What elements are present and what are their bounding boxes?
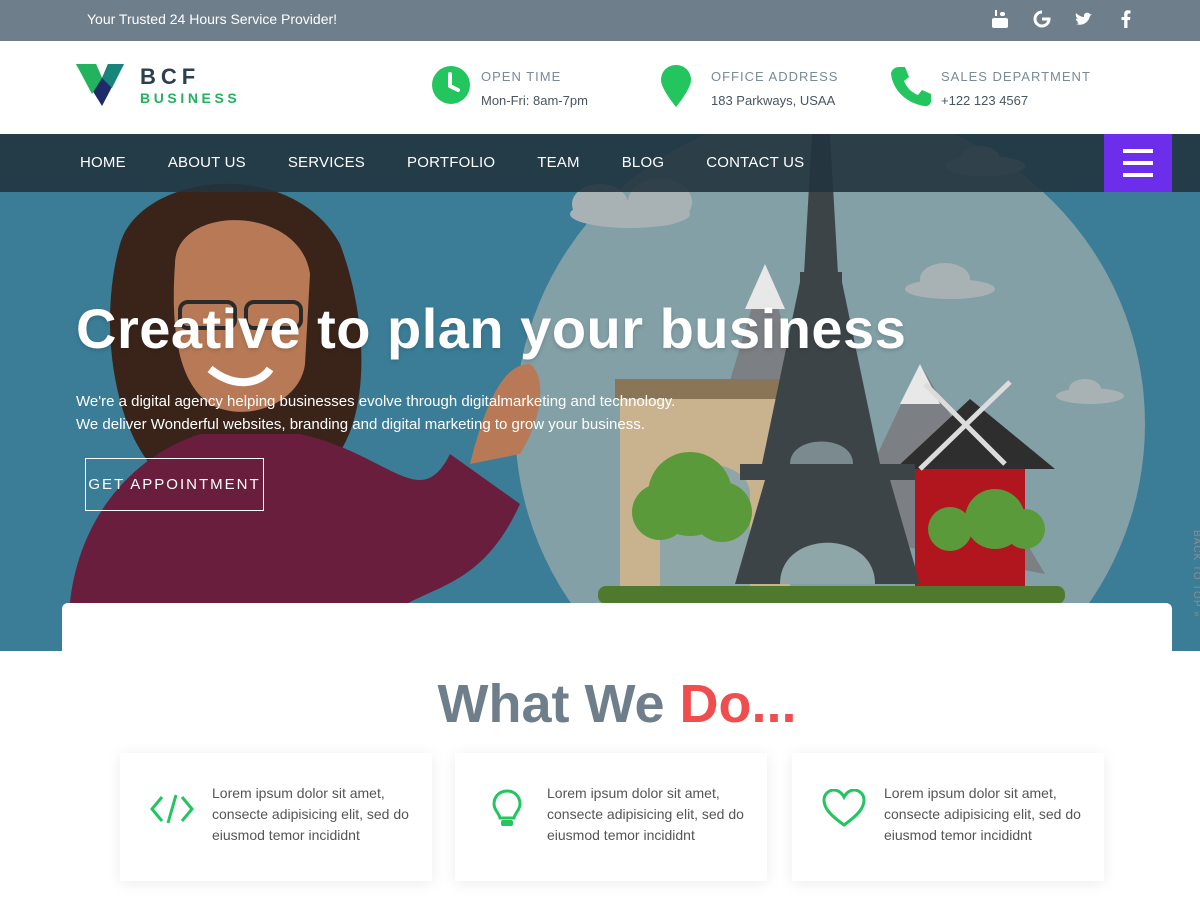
open-time-block: OPEN TIME Mon-Fri: 8am-7pm — [431, 65, 611, 113]
hero-line-2: We deliver Wonderful websites, branding … — [76, 416, 645, 433]
section-title-main: What We — [437, 674, 665, 734]
facebook-icon[interactable] — [1116, 8, 1136, 30]
google-icon[interactable] — [1032, 8, 1052, 30]
brand-subtitle: BUSINESS — [140, 90, 241, 106]
menu-bar — [1123, 173, 1153, 177]
hero-title: Creative to plan your business — [76, 297, 907, 360]
nav-item-services[interactable]: SERVICES — [288, 154, 365, 171]
map-pin-icon — [661, 65, 691, 107]
service-card-text: Lorem ipsum dolor sit amet, consecte adi… — [212, 785, 409, 843]
nav-item-portfolio[interactable]: PORTFOLIO — [407, 154, 495, 171]
what-we-do-section: What We Do... Lorem ipsum dolor sit amet… — [62, 603, 1172, 900]
open-time-label: OPEN TIME — [481, 69, 562, 84]
main-nav: HOME ABOUT US SERVICES PORTFOLIO TEAM BL… — [0, 134, 1200, 192]
section-title: What We Do... — [62, 673, 1172, 735]
code-icon — [150, 794, 194, 824]
back-to-top-link[interactable]: BACK TO TOP » — [1188, 530, 1200, 630]
top-bar: Your Trusted 24 Hours Service Provider! — [0, 0, 1200, 41]
service-card-text: Lorem ipsum dolor sit amet, consecte adi… — [547, 785, 744, 843]
hero-line-1: We're a digital agency helping businesse… — [76, 393, 676, 410]
nav-item-about-us[interactable]: ABOUT US — [168, 154, 246, 171]
site-header: BCF BUSINESS OPEN TIME Mon-Fri: 8am-7pm … — [0, 41, 1200, 134]
hero-description: We're a digital agency helping businesse… — [76, 390, 675, 436]
logo[interactable]: BCF BUSINESS — [76, 64, 256, 109]
section-title-accent: Do... — [679, 674, 797, 734]
nav-item-contact-us[interactable]: CONTACT US — [706, 154, 804, 171]
lightbulb-icon — [492, 789, 522, 826]
service-card[interactable]: Lorem ipsum dolor sit amet, consecte adi… — [792, 753, 1104, 881]
sales-department-block: SALES DEPARTMENT +122 123 4567 — [891, 65, 1091, 113]
phone-icon — [891, 67, 931, 107]
youtube-icon[interactable] — [990, 8, 1010, 30]
hamburger-menu-button[interactable] — [1104, 134, 1172, 192]
brand-name: BCF — [140, 64, 201, 89]
service-card[interactable]: Lorem ipsum dolor sit amet, consecte adi… — [455, 753, 767, 881]
tagline: Your Trusted 24 Hours Service Provider! — [87, 11, 338, 27]
menu-bar — [1123, 161, 1153, 165]
nav-item-blog[interactable]: BLOG — [622, 154, 664, 171]
clock-icon — [432, 66, 470, 104]
twitter-icon[interactable] — [1074, 8, 1094, 30]
office-address-label: OFFICE ADDRESS — [711, 69, 839, 84]
nav-item-team[interactable]: TEAM — [537, 154, 579, 171]
social-links — [990, 8, 1136, 30]
open-time-value: Mon-Fri: 8am-7pm — [481, 93, 588, 108]
menu-bar — [1123, 149, 1153, 153]
sales-department-label: SALES DEPARTMENT — [941, 69, 1091, 84]
service-card[interactable]: Lorem ipsum dolor sit amet, consecte adi… — [120, 753, 432, 881]
heart-icon — [822, 789, 866, 827]
office-address-block: OFFICE ADDRESS 183 Parkways, USAA — [661, 65, 851, 113]
office-address-value: 183 Parkways, USAA — [711, 93, 836, 108]
get-appointment-button[interactable]: GET APPOINTMENT — [85, 458, 264, 511]
logo-mark-icon — [76, 64, 124, 106]
service-card-text: Lorem ipsum dolor sit amet, consecte adi… — [884, 785, 1081, 843]
nav-item-home[interactable]: HOME — [80, 154, 126, 171]
sales-department-value: +122 123 4567 — [941, 93, 1029, 108]
